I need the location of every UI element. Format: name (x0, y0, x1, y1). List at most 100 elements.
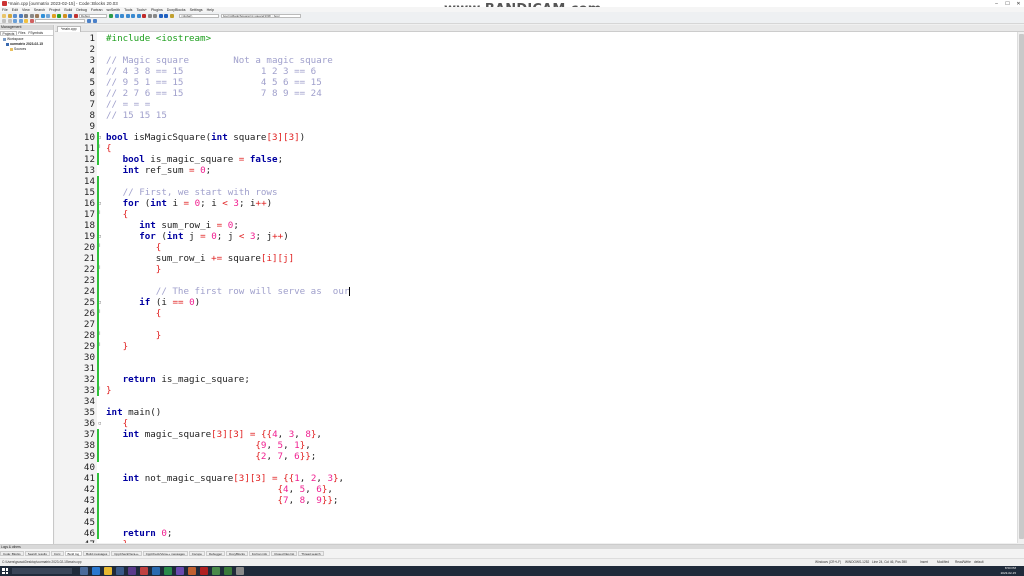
code-line[interactable]: 17 ╵ { (55, 209, 1017, 220)
menu-view[interactable]: View (22, 8, 30, 12)
menu-fortran[interactable]: Fortran (91, 8, 103, 12)
copy-icon[interactable] (29, 13, 34, 18)
debug-info-icon[interactable] (153, 13, 157, 18)
close-button[interactable]: ✕ (1013, 0, 1024, 7)
step-into-icon[interactable] (125, 13, 130, 18)
log-tab-cppcheck-messages[interactable]: CppCheck/Vera++ messages (142, 551, 188, 556)
code-line[interactable]: 26 ╵ { (55, 308, 1017, 319)
menu-debug[interactable]: Debug (76, 8, 87, 12)
code-line[interactable]: 41 int not_magic_square[3][3] = {{1, 2, … (55, 473, 1017, 484)
code-line[interactable]: 35 int main() (55, 407, 1017, 418)
menu-search[interactable]: Search (34, 8, 45, 12)
find-next-icon[interactable] (87, 18, 91, 23)
menu-project[interactable]: Project (49, 8, 60, 12)
task-view-icon[interactable] (80, 567, 88, 575)
code-line[interactable]: 47 } (55, 539, 1017, 543)
code-line[interactable]: 6 // 2 7 6 == 15 7 8 9 == 24 (55, 88, 1017, 99)
function-select[interactable]: bool isMagicSquare(int square[3][3]) : b… (221, 13, 301, 18)
word-icon[interactable] (152, 567, 160, 575)
menu-file[interactable]: File (2, 8, 8, 12)
code-line[interactable]: 5 // 9 5 1 == 15 4 5 6 == 15 (55, 77, 1017, 88)
menu-edit[interactable]: Edit (12, 8, 18, 12)
code-line[interactable]: 37 int magic_square[3][3] = {{4, 3, 8}, (55, 429, 1017, 440)
save-icon[interactable] (13, 13, 17, 18)
code-line[interactable]: 3 // Magic square Not a magic square (55, 55, 1017, 66)
code-line[interactable]: 22 ╵ } (55, 264, 1017, 275)
code-line[interactable]: 23 (55, 275, 1017, 286)
scope-select[interactable]: <global> (179, 13, 219, 18)
code-line[interactable]: 45 (55, 517, 1017, 528)
code-line[interactable]: 12 bool is_magic_square = false; (55, 154, 1017, 165)
app-icon-gray[interactable] (236, 567, 244, 575)
cut-icon[interactable] (24, 13, 28, 18)
new-file-icon[interactable] (2, 13, 6, 18)
code-line[interactable]: 10 ▫ bool isMagicSquare(int square[3][3]) (55, 132, 1017, 143)
system-clock[interactable]: 8:50 PM 2023-02-15 (1001, 566, 1016, 575)
stop-debugger-icon[interactable] (142, 13, 146, 18)
find-icon[interactable] (40, 13, 45, 18)
build-target-select[interactable]: Debug (79, 13, 107, 18)
menu-build[interactable]: Build (64, 8, 72, 12)
code-line[interactable]: 16 ▫ for (int i = 0; i < 3; i++) (55, 198, 1017, 209)
log-tab-search-results[interactable]: Search results (24, 551, 50, 556)
log-tab-cppcheck[interactable]: CppCheck/Vera++ (111, 551, 142, 556)
debug-start-icon[interactable] (109, 13, 113, 18)
code-line[interactable]: 20 ╵ { (55, 242, 1017, 253)
save-all-icon[interactable] (18, 13, 23, 18)
file-explorer-icon[interactable] (104, 567, 112, 575)
log-tab-build-messages[interactable]: Build messages (83, 551, 111, 556)
search-box[interactable] (35, 18, 85, 23)
log-tab-closed-files[interactable]: Closed files list (271, 551, 298, 556)
code-line[interactable]: 40 (55, 462, 1017, 473)
code-line[interactable]: 36 ▫ { (55, 418, 1017, 429)
jump-forward-icon[interactable] (164, 13, 168, 18)
build-gear-icon[interactable] (51, 13, 56, 18)
code-editor[interactable]: 1 #include <iostream> 2 3 // Magic square No… (55, 32, 1017, 543)
zoom-in-icon[interactable] (13, 18, 17, 23)
teams-icon[interactable] (176, 567, 184, 575)
run-to-cursor-icon[interactable] (114, 13, 119, 18)
tree-sources[interactable]: Sources (0, 47, 53, 52)
paste-icon[interactable] (35, 13, 39, 18)
abort-icon[interactable] (73, 13, 78, 18)
code-line[interactable]: 28 ╵ } (55, 330, 1017, 341)
tab-files[interactable]: Files (17, 31, 27, 35)
run-play-icon[interactable] (57, 13, 61, 18)
log-tab-codeblocks[interactable]: Code::Blocks (0, 551, 24, 556)
bandicam-icon[interactable] (200, 567, 208, 575)
zoom-out-icon[interactable] (18, 18, 23, 23)
code-line[interactable]: 4 // 4 3 8 == 15 1 2 3 == 6 (55, 66, 1017, 77)
code-line[interactable]: 19 ▫ for (int j = 0; j < 3; j++) (55, 231, 1017, 242)
code-line[interactable]: 31 (55, 363, 1017, 374)
code-line[interactable]: 38 {9, 5, 1}, (55, 440, 1017, 451)
menu-plugins[interactable]: Plugins (151, 8, 163, 12)
excel-icon[interactable] (164, 567, 172, 575)
code-line[interactable]: 39 {2, 7, 6}}; (55, 451, 1017, 462)
editor-vertical-scrollbar[interactable] (1017, 32, 1024, 543)
store-icon[interactable] (128, 567, 136, 575)
maximize-button[interactable]: ☐ (1002, 0, 1013, 7)
code-line[interactable]: 27 (55, 319, 1017, 330)
comment-icon[interactable] (2, 18, 6, 23)
log-tab-doxyblocks[interactable]: DoxyBlocks (226, 551, 248, 556)
uncomment-icon[interactable] (7, 18, 12, 23)
code-line[interactable]: 42 {4, 5, 6}, (55, 484, 1017, 495)
menu-tools-plus[interactable]: Tools+ (136, 8, 147, 12)
code-line[interactable]: 46 return 0; (55, 528, 1017, 539)
taskbar-search-box[interactable] (12, 568, 72, 574)
code-line[interactable]: 24 // The first row will serve as our (55, 286, 1017, 297)
code-line[interactable]: 43 {7, 8, 9}}; (55, 495, 1017, 506)
tab-fsymbols[interactable]: FSymbols (27, 31, 45, 35)
menu-tools[interactable]: Tools (124, 8, 132, 12)
chrome-icon[interactable] (140, 567, 148, 575)
regex-icon[interactable] (29, 18, 34, 23)
scrollbar-thumb[interactable] (1019, 34, 1024, 539)
codeblocks-taskbar-icon[interactable] (212, 567, 220, 575)
code-line[interactable]: 44 (55, 506, 1017, 517)
build-and-run-icon[interactable] (62, 13, 67, 18)
fold-toggle-icon[interactable]: ▫ (98, 421, 102, 427)
code-line[interactable]: 9 (55, 121, 1017, 132)
code-line[interactable]: 1 #include <iostream> (55, 33, 1017, 44)
highlight-icon[interactable] (24, 18, 28, 23)
code-line[interactable]: 8 // 15 15 15 (55, 110, 1017, 121)
